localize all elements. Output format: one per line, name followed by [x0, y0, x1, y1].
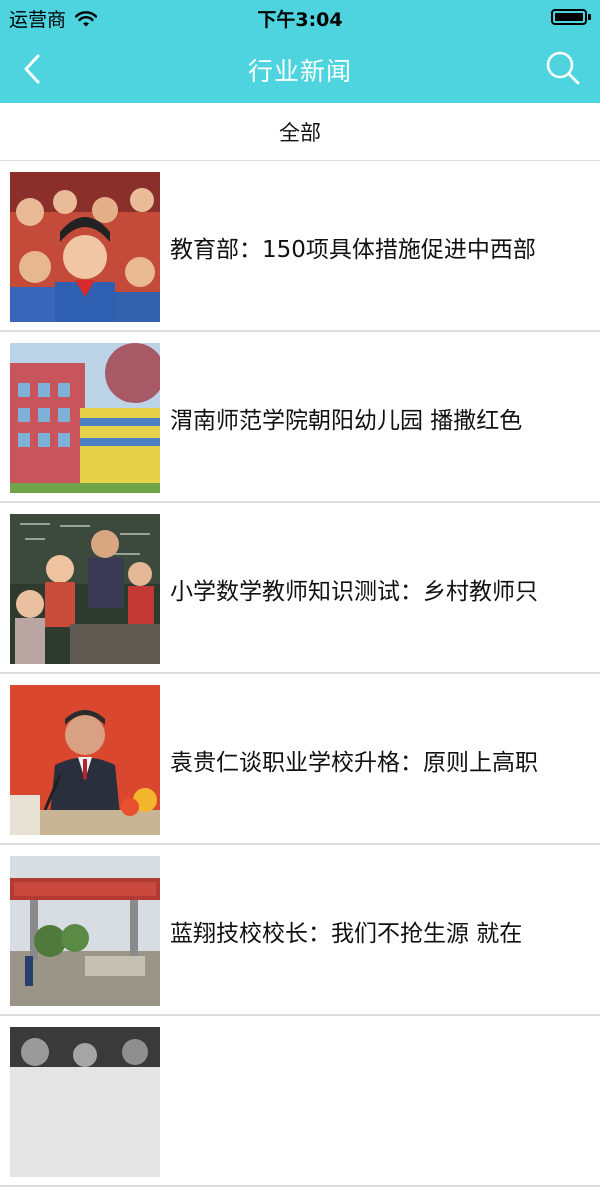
news-item[interactable]: 小学数学教师知识测试：乡村教师只: [0, 503, 600, 674]
news-title: 小学数学教师知识测试：乡村教师只: [170, 578, 538, 605]
app-header: 运营商 下午3:04 行业新闻: [0, 0, 600, 103]
news-title: [170, 1016, 590, 1187]
news-list: 教育部：150项具体措施促进中西部 渭南师范学院朝阳幼儿园 播撒红色 小学数学教…: [0, 161, 600, 1187]
news-title: 教育部：150项具体措施促进中西部: [170, 236, 536, 263]
search-button[interactable]: [540, 45, 586, 91]
category-all-tab[interactable]: 全部: [279, 117, 321, 147]
news-thumbnail-students: [10, 172, 160, 322]
status-bar: 运营商 下午3:04: [0, 0, 600, 34]
news-item[interactable]: 蓝翔技校校长：我们不抢生源 就在: [0, 845, 600, 1016]
page-title: 行业新闻: [247, 57, 352, 86]
news-title: 蓝翔技校校长：我们不抢生源 就在: [170, 920, 523, 947]
news-thumbnail-portraits: [10, 1027, 160, 1177]
news-thumbnail-kindergarten: [10, 343, 160, 493]
search-icon: [546, 51, 580, 85]
news-title: 袁贵仁谈职业学校升格：原则上高职: [170, 749, 538, 776]
news-thumbnail-speaker: [10, 685, 160, 835]
news-item[interactable]: 袁贵仁谈职业学校升格：原则上高职: [0, 674, 600, 845]
news-thumbnail-classroom: [10, 514, 160, 664]
news-item[interactable]: 教育部：150项具体措施促进中西部: [0, 161, 600, 332]
news-title: 渭南师范学院朝阳幼儿园 播撒红色: [170, 407, 523, 434]
news-item[interactable]: 渭南师范学院朝阳幼儿园 播撒红色: [0, 332, 600, 503]
battery-icon: [551, 9, 591, 25]
news-thumbnail-school-gate: [10, 856, 160, 1006]
news-item[interactable]: [0, 1016, 600, 1187]
status-time: 下午3:04: [257, 9, 343, 31]
category-filter: 全部: [0, 103, 600, 161]
nav-bar: 行业新闻: [0, 34, 600, 103]
